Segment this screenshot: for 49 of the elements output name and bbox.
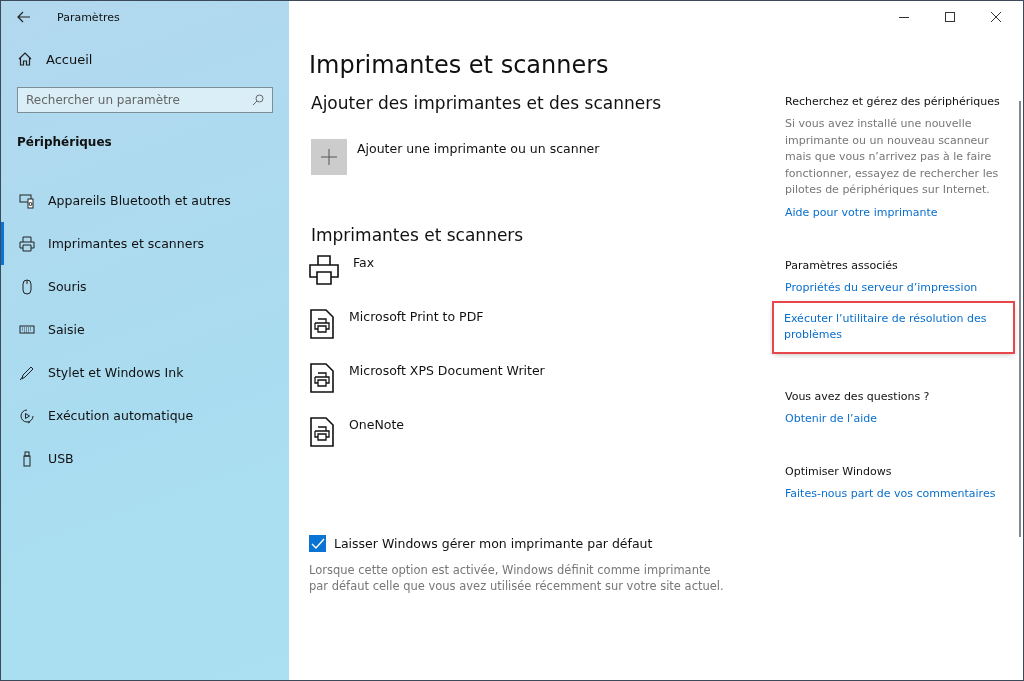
section-heading: Ajouter des imprimantes et des scanners (311, 93, 661, 113)
maximize-icon[interactable] (945, 12, 955, 22)
aside-heading: Recherchez et gérez des périphériques (785, 95, 1000, 108)
option-description: Lorsque cette option est activée, Windows définit comme imprimante par défaut celle que vous avez utilisée récemment sur votre site actuel. (309, 562, 725, 594)
search-field[interactable]: Rechercher un paramètre (17, 87, 273, 113)
plus-icon (321, 149, 337, 165)
help-link[interactable]: Propriétés du serveur d’impression (785, 280, 978, 297)
printer-item[interactable]: Microsoft XPS Document Writer (309, 363, 545, 407)
help-link[interactable]: Aide pour votre imprimante (785, 204, 938, 221)
document-printer-icon (309, 309, 335, 339)
printer-icon (309, 255, 339, 285)
printer-item[interactable]: Microsoft Print to PDF (309, 309, 484, 353)
sidebar-item[interactable]: Saisie (1, 308, 289, 351)
default-printer-checkbox[interactable]: Laisser Windows gérer mon imprimante par défaut (309, 535, 653, 552)
close-icon[interactable] (991, 12, 1001, 22)
printer-item[interactable]: Fax (309, 255, 375, 299)
sidebar-item[interactable]: Exécution automatique (1, 394, 289, 437)
pen-icon (19, 364, 35, 381)
aside-heading: Optimiser Windows (785, 465, 892, 478)
sidebar-item[interactable]: USB (1, 437, 289, 480)
sidebar-item[interactable]: Souris (1, 265, 289, 308)
add-printer-label[interactable]: Ajouter une imprimante ou un scanner (357, 141, 600, 156)
aside-heading: Vous avez des questions ? (785, 389, 930, 403)
sidebar-item[interactable]: Stylet et Windows Ink (1, 351, 289, 394)
help-link[interactable]: Exécuter l’utilitaire de résolution des problèmes (774, 302, 1013, 352)
checkmark-icon (310, 537, 325, 550)
home-link[interactable]: Accueil (17, 51, 93, 67)
sidebar-item[interactable]: Imprimantes et scanners (1, 222, 289, 265)
sidebar-item[interactable]: Appareils Bluetooth et autres (1, 179, 289, 222)
search-icon (252, 94, 264, 106)
back-arrow-icon[interactable] (17, 11, 31, 23)
aside-heading: Paramètres associés (785, 259, 898, 272)
home-icon (17, 51, 33, 67)
checkbox[interactable] (309, 535, 326, 552)
document-printer-icon (309, 417, 335, 447)
mouse-icon (19, 278, 35, 295)
section-heading: Imprimantes et scanners (311, 225, 524, 245)
printer-item[interactable]: OneNote (309, 417, 405, 461)
window-title: Paramètres (57, 10, 120, 24)
minimize-icon[interactable] (899, 16, 909, 18)
autoplay-icon (19, 407, 35, 424)
section-heading: Périphériques (17, 135, 112, 149)
document-printer-icon (309, 363, 335, 393)
help-link[interactable]: Faites-nous part de vos commentaires (785, 486, 996, 503)
printer-icon (19, 235, 35, 252)
help-text: Si vous avez installé une nouvelle imprimante ou un nouveau scanneur mais que vous n’arrivez pas à le faire fonctionner, essayez de rechercher les pilotes de périphériques sur Internet. (785, 116, 1000, 198)
page-title: Imprimantes et scanners (309, 51, 609, 79)
help-link[interactable]: Obtenir de l’aide (785, 410, 878, 427)
keyboard-speaker-icon (19, 192, 35, 209)
